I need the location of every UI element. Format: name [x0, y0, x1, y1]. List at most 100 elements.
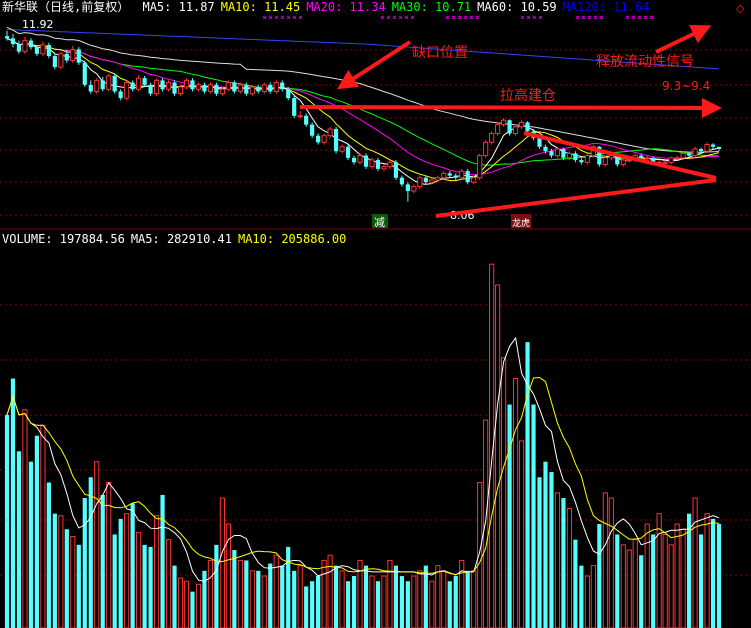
candle-body-up — [512, 126, 519, 134]
candle-body-down — [363, 155, 369, 167]
volume-bar-down — [256, 570, 261, 628]
candle-body-up — [249, 86, 255, 95]
signal-x-mark: × — [292, 13, 297, 22]
candle — [130, 80, 135, 92]
volume-bar-up — [518, 440, 525, 628]
volume-bar-up — [297, 565, 303, 628]
signal-x-mark: × — [637, 13, 642, 22]
volume-bar-down — [447, 581, 452, 628]
candle-body-up — [261, 84, 267, 92]
candle-body-down — [345, 146, 351, 158]
volume-bar-up — [483, 419, 489, 628]
price-indicator-header: 新华联（日线,前复权） MA5: 11.87 MA10: 11.45 MA20: 1… — [2, 0, 655, 14]
candle — [10, 33, 16, 48]
volume-bar-down — [363, 565, 369, 628]
candle — [70, 45, 76, 63]
volume-bar-up — [273, 554, 279, 628]
volume-bar-down — [465, 570, 470, 628]
candle — [399, 175, 404, 187]
candle-body-up — [620, 159, 626, 165]
volume-bar-up — [411, 575, 417, 628]
badge-dragon-tiger: 龙虎 — [512, 217, 530, 229]
candle — [256, 84, 261, 94]
candle-body-up — [124, 82, 130, 99]
candle — [202, 82, 207, 94]
volume-bar-down — [118, 518, 123, 628]
candle — [214, 82, 219, 96]
ma-legend-item: MA30: 10.71 — [391, 0, 472, 14]
signal-x-mark: × — [404, 13, 409, 22]
candle — [172, 80, 177, 96]
volume-bar-up — [590, 565, 596, 628]
candle-body-up — [357, 155, 363, 163]
volume-bar-up — [381, 575, 387, 628]
volume-bar-down — [507, 404, 512, 628]
candle — [297, 111, 303, 118]
candle — [261, 82, 267, 94]
volume-bar-down — [543, 461, 548, 628]
candle — [58, 51, 64, 70]
chart-canvas[interactable]: × × × × × × × × × × × × × × × × × × × × × × × × × × × × × × × × ×11.928.… — [0, 0, 751, 628]
candle — [160, 78, 165, 92]
candle-body-down — [52, 56, 57, 68]
candle-body-down — [399, 177, 404, 185]
candle — [579, 157, 584, 165]
volume-bar-up — [674, 523, 680, 628]
volume-bar-up — [183, 580, 190, 628]
candle — [46, 42, 51, 59]
candle — [554, 146, 561, 158]
volume-bar-down — [423, 565, 428, 628]
candle-body-up — [165, 82, 172, 90]
volume-bar-up — [626, 549, 632, 628]
signal-x-mark: × — [469, 13, 474, 22]
candle — [82, 60, 87, 88]
candle — [292, 95, 297, 118]
signal-x-mark: × — [451, 13, 456, 22]
candle — [327, 126, 333, 138]
volume-bar-down — [292, 570, 297, 628]
candle — [387, 160, 393, 169]
volume-bar-down — [172, 565, 177, 628]
candle-body-down — [214, 84, 219, 94]
candle-body-up — [554, 148, 561, 157]
volume-bar-down — [64, 529, 69, 628]
volume-bar-down — [112, 534, 117, 628]
signal-x-mark: × — [526, 13, 531, 22]
candle-body-up — [704, 144, 710, 152]
candle-body-up — [40, 44, 46, 55]
candle — [280, 80, 285, 92]
candle-body-down — [710, 144, 716, 147]
signal-markers: × × × × × × × × × × × × × × × × × × × × × × × × × × × × × × × × × — [262, 13, 654, 22]
volume-bar-down — [28, 461, 34, 628]
candle — [668, 156, 674, 165]
signal-x-mark: × — [520, 13, 525, 22]
kline-chart[interactable]: × × × × × × × × × × × × × × × × × × × × × × × × × × × × × × × × × 11.92 8.… — [0, 0, 751, 628]
signal-x-mark: × — [392, 13, 397, 22]
candle-body-down — [423, 177, 428, 183]
volume-bar-up — [441, 570, 447, 628]
volume-bar-down — [202, 570, 207, 628]
signal-x-mark: × — [593, 13, 598, 22]
candle — [477, 153, 483, 180]
volume-bar-down — [232, 550, 237, 628]
candle — [76, 47, 81, 65]
signal-x-mark: × — [625, 13, 630, 22]
candle-body-up — [441, 172, 447, 179]
candle-body-down — [148, 84, 153, 94]
candle-body-up — [339, 146, 345, 152]
signal-x-mark: × — [457, 13, 462, 22]
candle — [16, 40, 22, 54]
candle-body-up — [644, 157, 650, 160]
volume-bar-down — [561, 498, 566, 628]
corner-marker: ◇ — [736, 2, 745, 15]
volume-bar-up — [680, 528, 686, 628]
volume-bar-down — [280, 565, 285, 628]
candle-body-up — [566, 152, 573, 159]
ma-legend-item: MA5: 11.87 — [142, 0, 215, 14]
volume-bar-up — [554, 492, 561, 628]
candle-body-down — [549, 151, 554, 156]
candle-body-up — [321, 135, 327, 143]
candle-body-up — [668, 157, 674, 163]
candle-body-down — [280, 82, 285, 90]
candle-body-down — [453, 175, 458, 178]
